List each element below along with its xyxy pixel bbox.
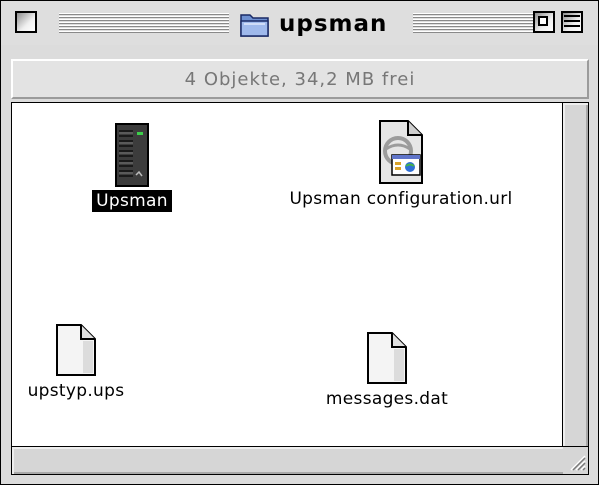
- document-icon: [56, 324, 96, 376]
- resize-grip-icon[interactable]: [563, 447, 589, 475]
- file-item-upsman-configuration-url[interactable]: Upsman configuration.url: [246, 119, 556, 210]
- vertical-scrollbar[interactable]: [563, 102, 589, 447]
- close-box-button[interactable]: [15, 11, 37, 33]
- horizontal-scrollbar[interactable]: [11, 447, 563, 475]
- folder-icon: [240, 14, 269, 37]
- title-bar-stripes-right: [413, 13, 551, 34]
- document-icon: [367, 332, 407, 384]
- file-label[interactable]: Upsman configuration.url: [285, 188, 516, 210]
- title-bar[interactable]: upsman: [1, 1, 598, 45]
- file-item-messages-dat[interactable]: messages.dat: [312, 331, 462, 410]
- finder-window: upsman 4 Objekte, 34,2 MB frei Upsman Up…: [0, 0, 599, 485]
- file-label[interactable]: upstyp.ups: [24, 380, 129, 402]
- collapse-box-button[interactable]: [561, 11, 583, 33]
- internet-location-file-icon: [379, 120, 423, 184]
- window-title-text: upsman: [279, 11, 388, 37]
- file-item-upsman[interactable]: Upsman: [72, 123, 192, 212]
- folder-content-area[interactable]: Upsman Upsman configuration.url upstyp.u…: [11, 102, 563, 447]
- server-application-icon: [115, 123, 149, 187]
- file-label[interactable]: Upsman: [92, 190, 172, 212]
- window-title: upsman: [233, 7, 394, 41]
- file-label[interactable]: messages.dat: [322, 388, 452, 410]
- status-info-bar: 4 Objekte, 34,2 MB frei: [11, 59, 589, 99]
- zoom-box-button[interactable]: [533, 11, 555, 33]
- file-item-upstyp-ups[interactable]: upstyp.ups: [16, 323, 136, 402]
- free-space-text: 4 Objekte, 34,2 MB frei: [184, 68, 416, 90]
- title-bar-stripes-left: [59, 13, 229, 34]
